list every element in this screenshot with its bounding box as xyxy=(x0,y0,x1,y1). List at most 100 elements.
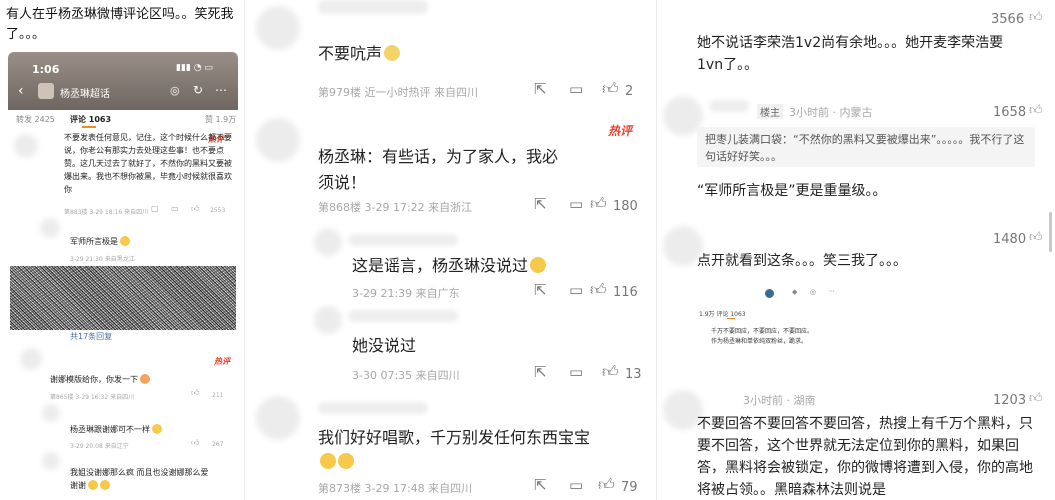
thumbs-up-icon[interactable]: 👍︎ xyxy=(1029,230,1043,245)
redacted-area xyxy=(10,266,236,330)
emoji-icon xyxy=(140,374,150,384)
comment-text-content: 不要吭声 xyxy=(318,44,383,63)
hot-tag-2: 热评 xyxy=(214,357,230,366)
like-count-2: 180 xyxy=(613,199,638,214)
comment-text-3-content: 我们好好唱歌，千万别发任何东西宝宝 xyxy=(318,428,591,447)
like-count-4: 1203 xyxy=(993,393,1027,408)
comment-text: 不要吭声 xyxy=(318,40,401,64)
thumbs-up-icon[interactable]: 👍︎ xyxy=(191,388,199,398)
reply-text: 这是谣言，杨丞琳没说过 xyxy=(352,252,547,276)
comment-icon[interactable]: ▭ xyxy=(569,363,583,381)
comment-icon[interactable]: ▭ xyxy=(569,195,583,213)
tab-comment[interactable]: 评论 1063 xyxy=(70,114,111,125)
comment-meta: 第979楼 近一小时热评 来自四川 xyxy=(318,86,478,99)
thumbs-up-icon[interactable]: 👍︎ xyxy=(590,194,607,214)
reply-text-2-content: 杨丞琳跟谢娜可不一样 xyxy=(70,425,150,434)
like-count-5: 79 xyxy=(621,480,638,495)
reply-icon[interactable]: ▭ xyxy=(171,204,179,213)
globe-icon: ◎ xyxy=(810,288,817,296)
comment-text-3: 我们好好唱歌，千万别发任何东西宝宝 xyxy=(318,426,648,474)
like-count-3: 1480 xyxy=(993,232,1027,247)
emoji-icon xyxy=(384,45,401,61)
reply-meta-2: 3-30 07:35 来自四川 xyxy=(352,369,460,382)
comment-text: 她不说话李荣浩1v2尚有余地。。。她开麦李荣浩要1vn了。。 xyxy=(697,35,1004,73)
left-panel: 有人在乎杨丞琳微博评论区吗。。笑死我了。。。 1:06 ▮▮▮ ◔ ▭ ‹ 杨丞… xyxy=(0,0,243,500)
reply-text-2: 杨丞琳跟谢娜可不一样 xyxy=(70,424,162,435)
tab-repost[interactable]: 转发 2425 xyxy=(16,114,55,125)
reply-meta: 3-29 21:30 来自黑龙江 xyxy=(70,256,135,263)
reply-meta-2: 3-29 20:08 来自辽宁 xyxy=(70,443,129,450)
comment-text-4: 不要回答不要回答不要回答，热搜上有千万个黑料，只要不回答，这个世界就无法定位到你… xyxy=(697,416,1033,498)
reply-meta: 3-29 21:39 来自广东 xyxy=(352,287,460,300)
comment-icon[interactable]: ▢ xyxy=(151,204,159,213)
share-icon[interactable]: ⇱ xyxy=(534,363,547,381)
thumbs-up-icon[interactable]: 👍︎ xyxy=(191,204,199,214)
thumbs-up-icon[interactable]: 👍︎ xyxy=(590,280,607,300)
like-count: 2553 xyxy=(210,207,226,214)
thumbs-up-icon[interactable]: 👍︎ xyxy=(602,362,619,382)
mini-text-2: 作为杨丞琳和单依纯双粉丝，跪求。 xyxy=(711,338,808,345)
reply-text-2: 她没说过 xyxy=(352,336,417,355)
op-tag: 楼主 xyxy=(757,104,783,119)
thumbs-up-icon[interactable]: 👍︎ xyxy=(191,438,199,448)
comment-meta-2: 3小时前 · 内蒙古 xyxy=(789,106,873,119)
share-icon[interactable]: ⇱ xyxy=(534,80,547,98)
comment-icon[interactable]: ▭ xyxy=(569,476,583,494)
comment-meta: 第883楼 3-29 18:16 来自四川 xyxy=(64,209,149,216)
reply-text-3: 我姐没谢娜那么疯 而且也没谢娜那么爱 谢谢 xyxy=(70,466,210,492)
more-icon[interactable]: ⋯ xyxy=(215,83,227,97)
phone-status-icons: ▮▮▮ ◔ ▭ xyxy=(176,63,213,73)
emoji-icon xyxy=(100,480,110,490)
emoji-icon xyxy=(530,257,547,273)
back-arrow-icon[interactable]: ‹ xyxy=(18,83,24,99)
emoji-icon xyxy=(152,424,162,434)
phone-time: 1:06 xyxy=(32,63,60,76)
right-panel: 3566 👍︎ 她不说话李荣浩1v2尚有余地。。。她开麦李荣浩要1vn了。。 楼… xyxy=(659,0,1055,500)
reply-text: 军师所言极是 xyxy=(70,236,130,247)
phone-screenshot: 1:06 ▮▮▮ ◔ ▭ ‹ 杨丞琳超话 ◎ ↻ ⋯ 转发 2425 评论 10… xyxy=(8,52,238,500)
comment-icon[interactable]: ▭ xyxy=(569,281,583,299)
emoji-icon xyxy=(338,453,354,469)
comment-text-2-content: 谢娜模版给你，你发一下 xyxy=(50,375,138,384)
embedded-screenshot: ◆ ◎ ⋯ 1.9万 评论 1063 千万不要回应，不要回应，不要回应。 作为杨… xyxy=(697,286,857,362)
podcast-icon[interactable]: ◎ xyxy=(170,84,180,97)
topic-title[interactable]: 杨丞琳超话 xyxy=(60,85,110,100)
scrollbar[interactable] xyxy=(1049,212,1052,252)
like-count: 3566 xyxy=(991,12,1025,27)
phone-header xyxy=(8,52,238,110)
mini-tabs: 1.9万 评论 1063 xyxy=(699,311,746,318)
more-replies-link[interactable]: 共17条回复 xyxy=(70,331,112,342)
like-count-2: 211 xyxy=(212,392,224,399)
emoji-icon xyxy=(120,236,130,246)
comment-text: 不要发表任何意见，记住，这个时候什么都不要说，你老公有那实力去处理这些事！也不要… xyxy=(64,133,232,194)
refresh-icon[interactable]: ↻ xyxy=(193,83,203,97)
share-icon[interactable]: ⇱ xyxy=(534,195,547,213)
tab-like[interactable]: 赞 1.9万 xyxy=(205,114,236,125)
middle-panel: 不要吭声 第979楼 近一小时热评 来自四川 ⇱ ▭ 👍︎ 2 热评 杨丞琳：有… xyxy=(248,0,654,500)
thumbs-up-icon[interactable]: 👍︎ xyxy=(1029,10,1043,25)
share-icon[interactable]: ⇱ xyxy=(534,476,547,494)
like-count-4: 13 xyxy=(625,367,642,382)
more-icon: ⋯ xyxy=(828,287,835,295)
comment-text-2: 谢娜模版给你，你发一下 xyxy=(50,374,150,385)
comment-text-2: “军师所言极是”更是重量级。。 xyxy=(697,183,887,199)
like-count-2: 1658 xyxy=(993,105,1027,120)
thumbs-up-icon[interactable]: 👍︎ xyxy=(1029,103,1043,118)
emoji-icon xyxy=(88,480,98,490)
thumbs-up-icon[interactable]: 👍︎ xyxy=(602,79,619,99)
thumbs-up-icon[interactable]: 👍︎ xyxy=(598,475,615,495)
reply-text-content: 这是谣言，杨丞琳没说过 xyxy=(352,256,529,275)
avatar xyxy=(38,83,54,99)
mini-tab-underline xyxy=(727,318,735,319)
bookmark-icon: ◆ xyxy=(792,288,798,296)
comment-icon[interactable]: ▭ xyxy=(569,80,583,98)
comment-text-2: 杨丞琳：有些话，为了家人，我必须说！ xyxy=(318,147,559,192)
share-icon[interactable]: ⇱ xyxy=(534,281,547,299)
thumbs-up-icon[interactable]: 👍︎ xyxy=(1029,391,1043,406)
quoted-text: 把枣儿装满口袋：“不然你的黑料又要被爆出来”。。。。。我不行了这句话好好笑。。。 xyxy=(705,133,1025,163)
comment-meta-3: 第873楼 3-29 17:48 来自四川 xyxy=(318,482,473,495)
like-count-3: 267 xyxy=(212,441,224,448)
tab-underline xyxy=(82,126,96,128)
comment-meta-2: 第868楼 3-29 17:22 来自浙江 xyxy=(318,201,473,214)
comment-meta-2: 第865楼 3-29 16:32 来自四川 xyxy=(50,394,135,401)
